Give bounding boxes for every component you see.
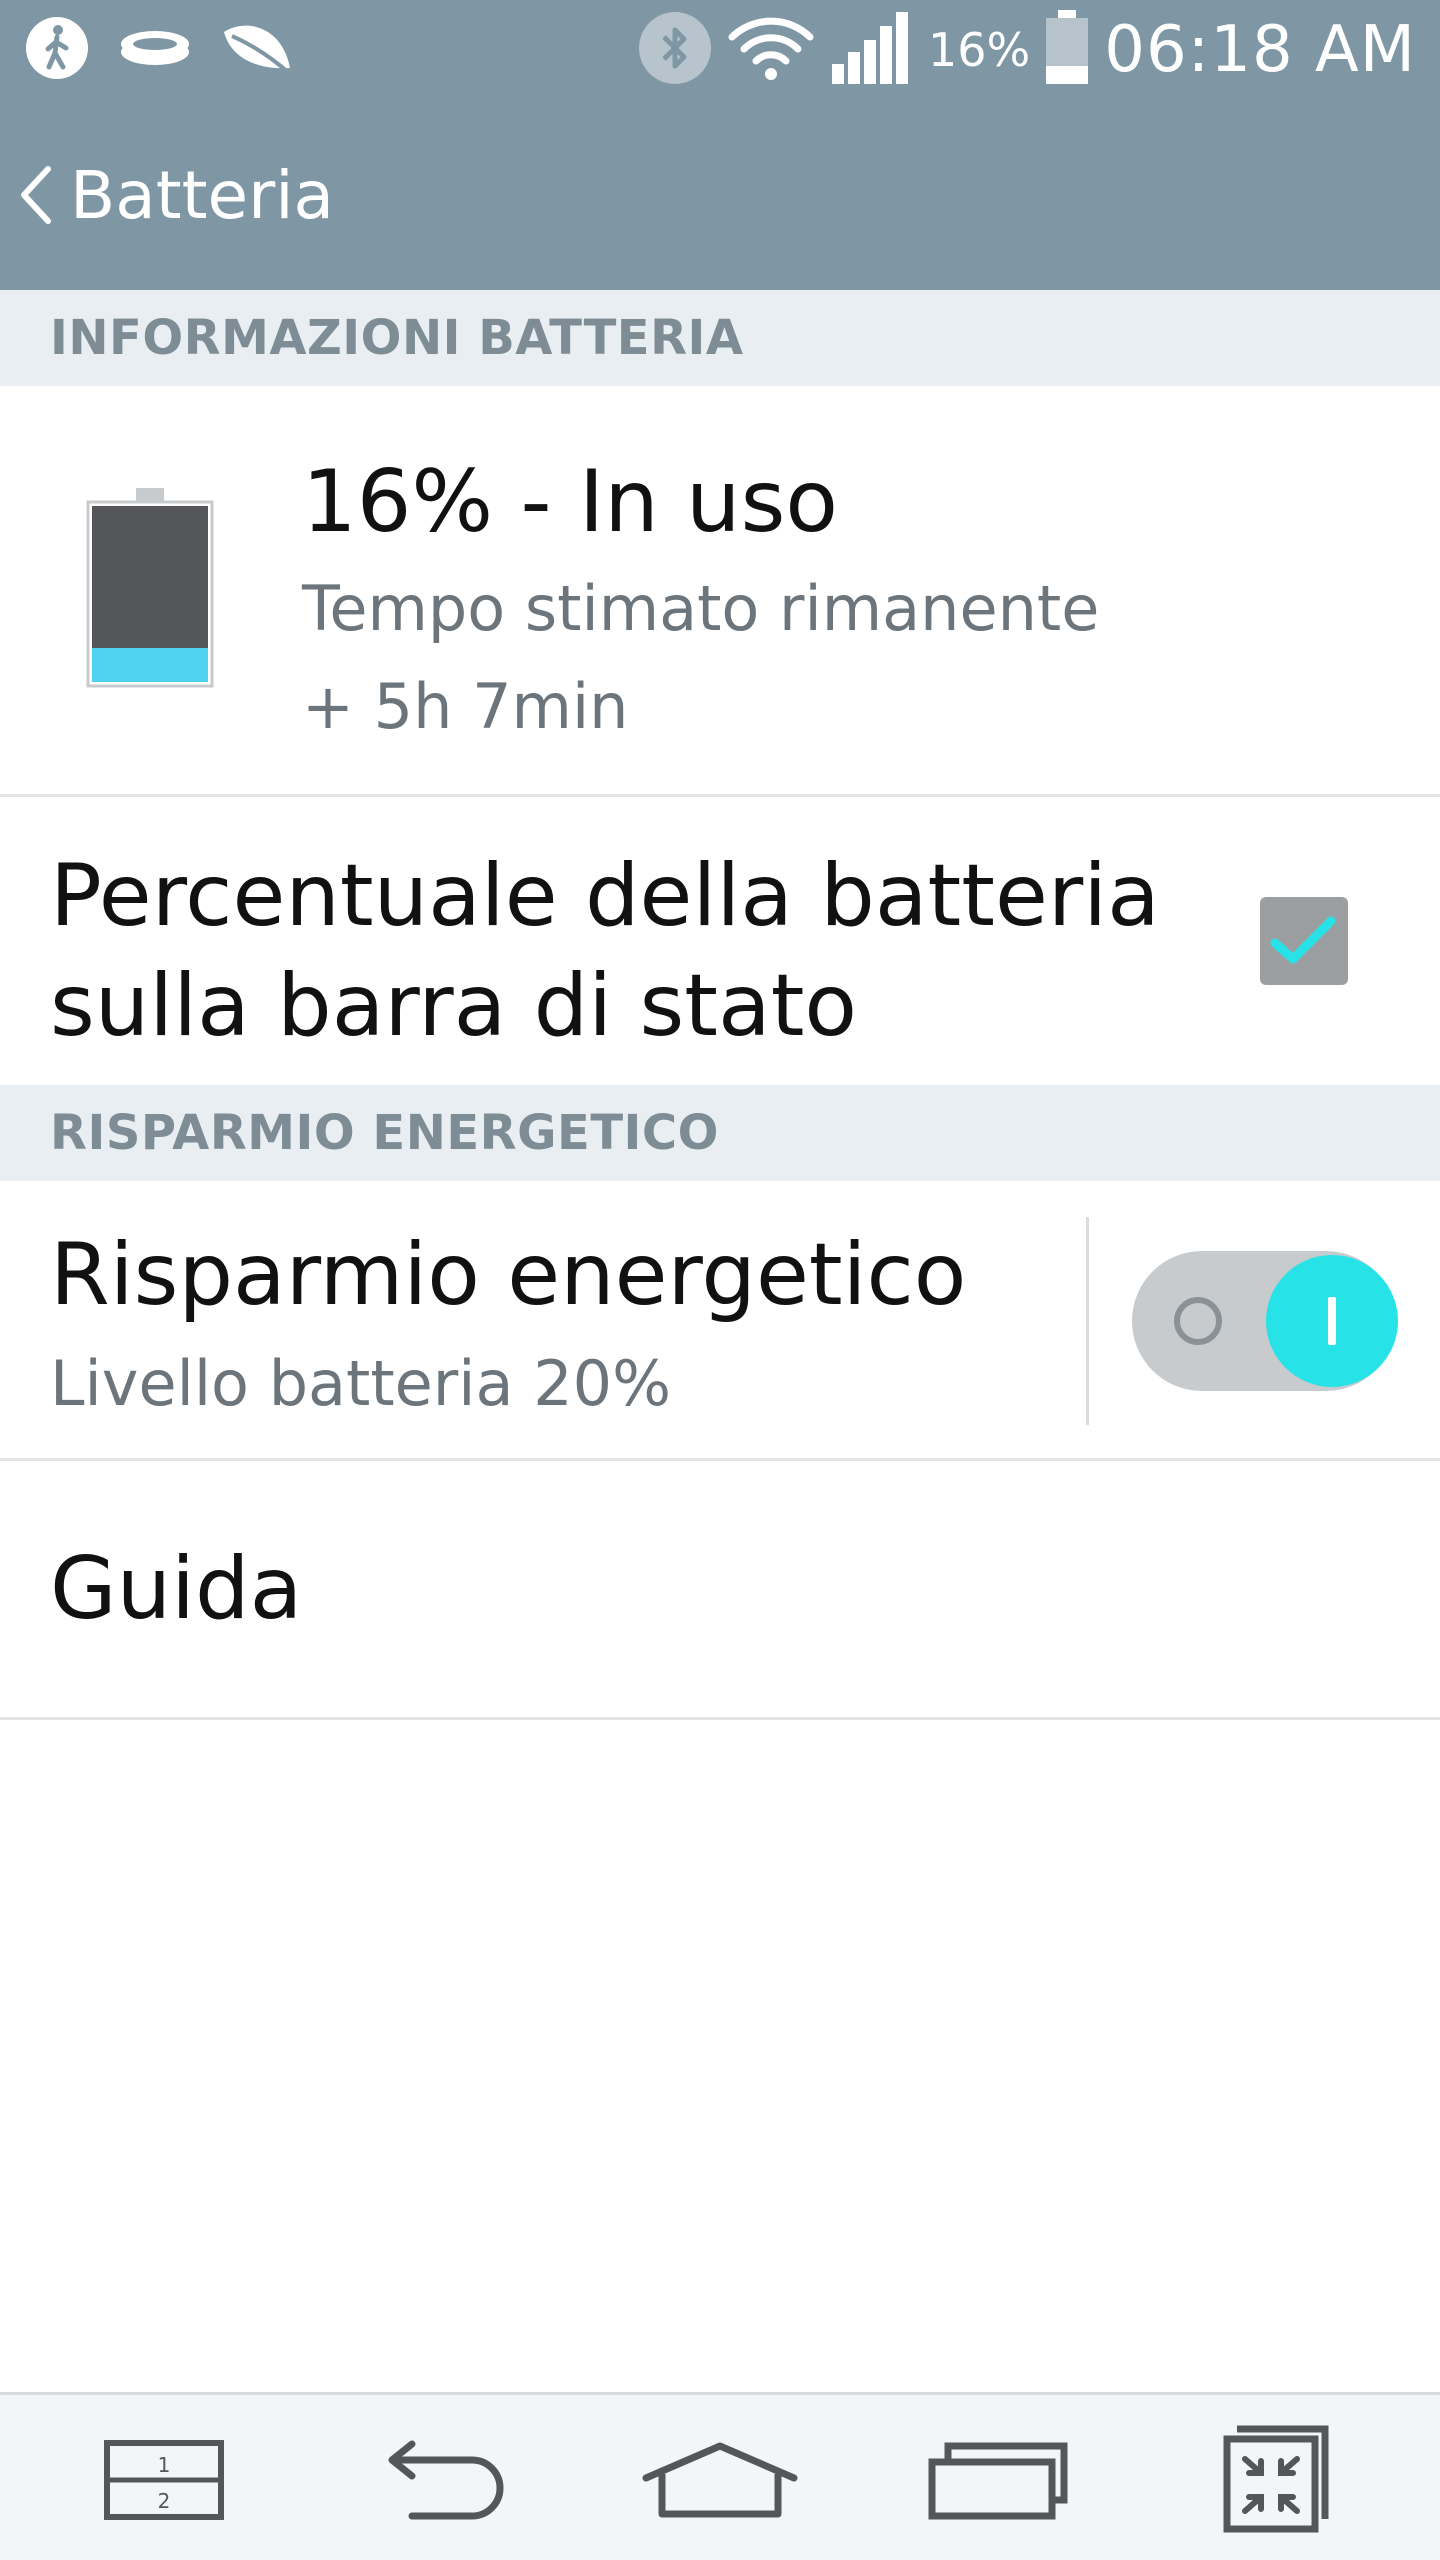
battery-settings-screen: 16% 06:18 AM Batteria INFORMAZIONI BATTE…: [0, 0, 1440, 2560]
notification-icons: [24, 14, 296, 86]
vertical-divider: [1086, 1217, 1089, 1425]
power-saver-toggle[interactable]: [1132, 1251, 1398, 1391]
chevron-left-icon: [10, 155, 62, 235]
battery-percent-setting-label: Percentuale della batteria sulla barra d…: [50, 846, 1160, 1056]
battery-icon: [1044, 10, 1090, 90]
system-status: 16% 06:18 AM: [638, 10, 1416, 90]
dual-window-button[interactable]: 1 2: [84, 2415, 244, 2545]
page-title: Batteria: [70, 156, 334, 234]
signal-icon: [830, 10, 914, 90]
dual-window-label-1: 1: [158, 2453, 171, 2477]
section-title: INFORMAZIONI BATTERIA: [50, 310, 744, 366]
battery-status-text: 16% - In uso: [302, 452, 838, 552]
divider: [0, 1717, 1440, 1720]
section-title: RISPARMIO ENERGETICO: [50, 1105, 719, 1161]
nav-qslide-button[interactable]: [1196, 2415, 1356, 2545]
bluetooth-icon: [638, 11, 712, 89]
app-header: Batteria: [0, 100, 1440, 290]
status-bar: 16% 06:18 AM: [0, 0, 1440, 100]
back-icon: [388, 2440, 504, 2520]
power-saver-subtitle: Livello batteria 20%: [50, 1347, 672, 1420]
recent-apps-icon: [928, 2442, 1068, 2520]
battery-info-row: 16% - In uso Tempo stimato rimanente + 5…: [0, 386, 1440, 794]
nav-back-button[interactable]: [362, 2415, 522, 2545]
toggle-on-icon: [1328, 1297, 1336, 1345]
battery-percent-checkbox[interactable]: [1260, 897, 1348, 985]
home-icon: [642, 2442, 798, 2518]
guide-label: Guida: [50, 1539, 303, 1639]
status-time: 06:18 AM: [1104, 13, 1416, 87]
power-saver-row: Risparmio energetico Livello batteria 20…: [0, 1181, 1440, 1458]
back-button[interactable]: Batteria: [0, 100, 334, 290]
nav-recent-apps-button[interactable]: [918, 2415, 1078, 2545]
section-header-battery-info: INFORMAZIONI BATTERIA: [0, 290, 1440, 386]
ring-icon: [118, 23, 192, 77]
checkmark-icon: [1270, 916, 1336, 964]
battery-estimate-value: + 5h 7min: [302, 670, 629, 743]
power-saver-settings-link[interactable]: Risparmio energetico Livello batteria 20…: [0, 1181, 1086, 1458]
battery-percent-setting-row[interactable]: Percentuale della batteria sulla barra d…: [0, 797, 1440, 1085]
accessibility-icon: [24, 15, 90, 85]
toggle-knob: [1266, 1255, 1398, 1387]
power-saver-title: Risparmio energetico: [50, 1225, 967, 1325]
leaf-icon: [220, 18, 296, 82]
section-header-power-saving: RISPARMIO ENERGETICO: [0, 1085, 1440, 1181]
battery-level-graphic: [86, 488, 214, 688]
toggle-off-icon: [1174, 1297, 1222, 1345]
nav-home-button[interactable]: [640, 2415, 800, 2545]
dual-window-icon: 1 2: [104, 2440, 224, 2520]
navigation-bar: 1 2: [0, 2392, 1440, 2560]
qslide-icon: [1223, 2425, 1329, 2533]
guide-row[interactable]: Guida: [0, 1461, 1440, 1717]
wifi-icon: [726, 13, 816, 87]
status-battery-percent: 16%: [927, 23, 1031, 77]
dual-window-label-2: 2: [158, 2489, 171, 2513]
battery-estimate-label: Tempo stimato rimanente: [302, 572, 1100, 645]
